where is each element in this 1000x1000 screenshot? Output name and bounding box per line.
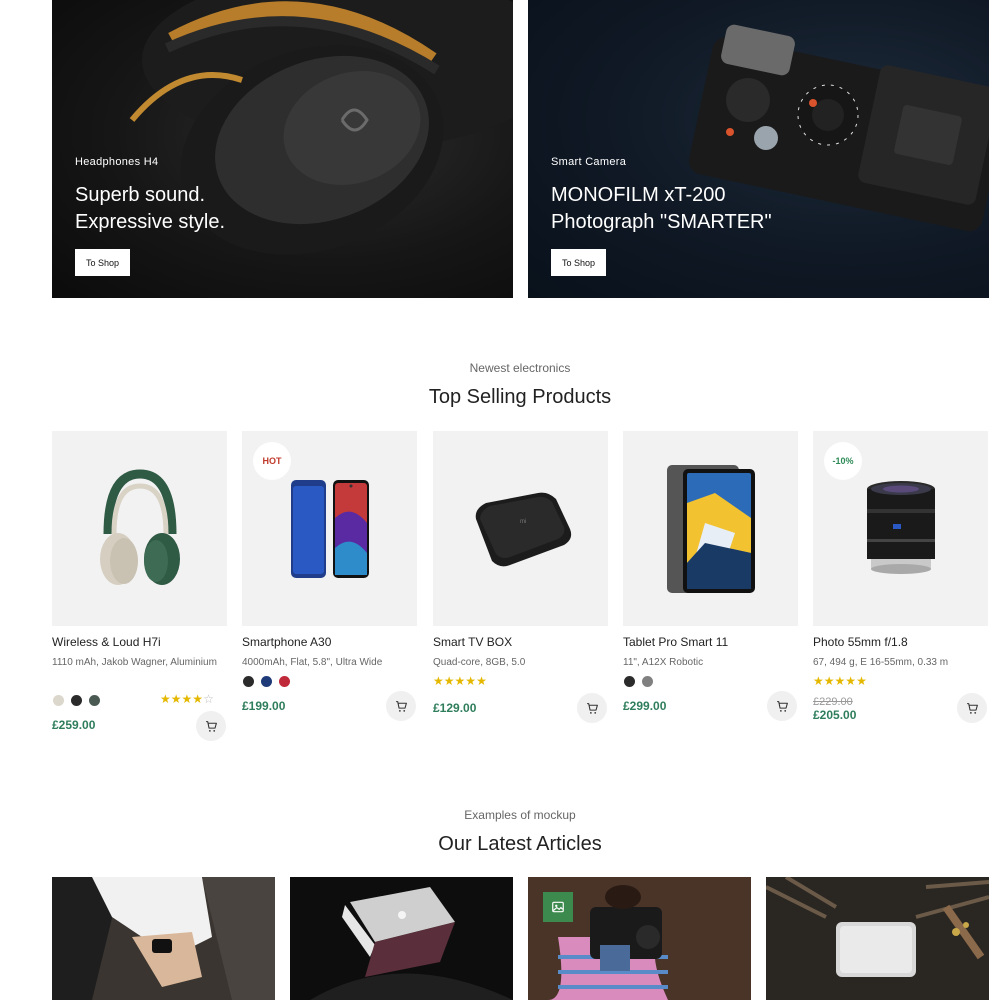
color-swatches bbox=[624, 676, 653, 687]
product-card[interactable]: Wireless & Loud H7i 1110 mAh, Jakob Wagn… bbox=[52, 431, 227, 741]
article-card[interactable] bbox=[52, 877, 275, 1000]
product-price: £129.00 bbox=[433, 701, 477, 715]
color-swatches bbox=[53, 695, 100, 706]
star-empty-icon: ☆ bbox=[203, 692, 214, 706]
product-image[interactable]: mi bbox=[433, 431, 608, 626]
shopping-cart-icon bbox=[776, 700, 788, 712]
star-icon: ★ bbox=[181, 692, 193, 706]
star-icon: ★ bbox=[454, 674, 466, 688]
star-icon: ★ bbox=[845, 674, 857, 688]
products-section-title: Top Selling Products bbox=[428, 386, 612, 408]
product-image[interactable]: -10% bbox=[813, 431, 988, 626]
add-to-cart-button[interactable] bbox=[386, 691, 416, 721]
image-format-tag bbox=[543, 892, 573, 922]
product-name[interactable]: Tablet Pro Smart 11 bbox=[623, 635, 728, 649]
product-name[interactable]: Photo 55mm f/1.8 bbox=[813, 635, 908, 649]
product-description: 11", A12X Robotic bbox=[623, 657, 704, 668]
banner-title-line1: Superb sound. bbox=[75, 184, 206, 206]
rating-stars: ★★★★★ bbox=[813, 674, 867, 688]
smartphone-product-image bbox=[290, 479, 369, 578]
svg-text:mi: mi bbox=[520, 519, 526, 525]
article-image-laptop bbox=[290, 877, 513, 1000]
color-swatch-red[interactable] bbox=[279, 676, 290, 687]
color-swatch-gray[interactable] bbox=[642, 676, 653, 687]
tablet-product-image bbox=[666, 464, 755, 593]
product-name[interactable]: Smartphone A30 bbox=[242, 635, 331, 649]
color-swatch-green[interactable] bbox=[89, 695, 100, 706]
color-swatch-black[interactable] bbox=[71, 695, 82, 706]
star-icon: ★ bbox=[192, 692, 204, 706]
shopping-cart-icon bbox=[395, 700, 407, 712]
product-card[interactable]: Tablet Pro Smart 11 11", A12X Robotic £2… bbox=[623, 431, 798, 721]
banner-subtitle: Smart Camera bbox=[551, 156, 627, 168]
product-image[interactable] bbox=[52, 431, 227, 626]
lens-product-image bbox=[866, 480, 935, 574]
product-card[interactable]: -10% Photo 55mm f/1.8 67, 494 g, E 16-55… bbox=[813, 431, 988, 723]
star-icon: ★ bbox=[433, 674, 444, 688]
products-section-subtitle: Newest electronics bbox=[469, 361, 571, 375]
add-to-cart-button[interactable] bbox=[767, 691, 797, 721]
banner-camera[interactable]: Smart Camera MONOFILM xT-200 Photograph … bbox=[528, 0, 989, 298]
hot-badge: HOT bbox=[253, 442, 291, 480]
banner-title-line2: Expressive style. bbox=[75, 211, 226, 233]
product-price: £199.00 bbox=[242, 699, 286, 713]
image-icon bbox=[552, 901, 564, 913]
headphones-product-image bbox=[99, 468, 180, 585]
star-icon: ★ bbox=[823, 674, 835, 688]
product-price: £205.00 bbox=[813, 708, 857, 722]
star-icon: ★ bbox=[443, 674, 455, 688]
product-card[interactable]: HOT Smartphone A30 4000mAh, Flat, 5.8", … bbox=[242, 431, 417, 721]
to-shop-button[interactable]: To Shop bbox=[551, 249, 606, 276]
product-card[interactable]: mi Smart TV BOX Quad-core, 8GB, 5.0 ★★★★… bbox=[433, 431, 608, 723]
product-price: £299.00 bbox=[623, 699, 667, 713]
add-to-cart-button[interactable] bbox=[577, 693, 607, 723]
star-icon: ★ bbox=[856, 674, 867, 688]
color-swatch-black[interactable] bbox=[243, 676, 254, 687]
product-description: 67, 494 g, E 16-55mm, 0.33 m bbox=[813, 657, 949, 668]
star-icon: ★ bbox=[170, 692, 182, 706]
color-swatch-blue[interactable] bbox=[261, 676, 272, 687]
add-to-cart-button[interactable] bbox=[196, 711, 226, 741]
product-name[interactable]: Smart TV BOX bbox=[433, 635, 512, 649]
article-card[interactable] bbox=[766, 877, 989, 1000]
articles-section-title: Our Latest Articles bbox=[438, 833, 602, 855]
article-card[interactable] bbox=[528, 877, 751, 1000]
star-icon: ★ bbox=[160, 692, 171, 706]
banner-text: Headphones H4 Superb sound. Expressive s… bbox=[75, 156, 225, 236]
article-image-tools bbox=[766, 877, 989, 1000]
article-card[interactable] bbox=[290, 877, 513, 1000]
product-price: £259.00 bbox=[52, 718, 96, 732]
product-old-price: £229.00 bbox=[813, 696, 853, 708]
articles-section-subtitle: Examples of mockup bbox=[464, 808, 576, 822]
star-icon: ★ bbox=[834, 674, 846, 688]
tv-box-product-image: mi bbox=[475, 492, 571, 566]
banner-text: Smart Camera MONOFILM xT-200 Photograph … bbox=[551, 156, 772, 236]
add-to-cart-button[interactable] bbox=[957, 693, 987, 723]
banner-headphones[interactable]: Headphones H4 Superb sound. Expressive s… bbox=[52, 0, 513, 298]
product-description: Quad-core, 8GB, 5.0 bbox=[433, 657, 526, 668]
color-swatches bbox=[243, 676, 290, 687]
shopping-cart-icon bbox=[586, 702, 598, 714]
star-icon: ★ bbox=[465, 674, 477, 688]
discount-badge: -10% bbox=[824, 442, 862, 480]
product-image[interactable]: HOT bbox=[242, 431, 417, 626]
color-swatch-black[interactable] bbox=[624, 676, 635, 687]
product-description: 1110 mAh, Jakob Wagner, Aluminium bbox=[52, 657, 217, 668]
banner-subtitle: Headphones H4 bbox=[75, 156, 159, 168]
rating-stars: ★★★★☆ bbox=[160, 692, 214, 706]
product-description: 4000mAh, Flat, 5.8", Ultra Wide bbox=[242, 657, 383, 668]
star-icon: ★ bbox=[813, 674, 824, 688]
star-icon: ★ bbox=[476, 674, 487, 688]
rating-stars: ★★★★★ bbox=[433, 674, 487, 688]
product-name[interactable]: Wireless & Loud H7i bbox=[52, 635, 161, 649]
banner-title-line2: Photograph "SMARTER" bbox=[551, 211, 772, 233]
product-image[interactable] bbox=[623, 431, 798, 626]
color-swatch-beige[interactable] bbox=[53, 695, 64, 706]
shopping-cart-icon bbox=[205, 720, 217, 732]
article-image-watch bbox=[52, 877, 275, 1000]
to-shop-button[interactable]: To Shop bbox=[75, 249, 130, 276]
banner-title-line1: MONOFILM xT-200 bbox=[551, 184, 726, 206]
shopping-cart-icon bbox=[966, 702, 978, 714]
